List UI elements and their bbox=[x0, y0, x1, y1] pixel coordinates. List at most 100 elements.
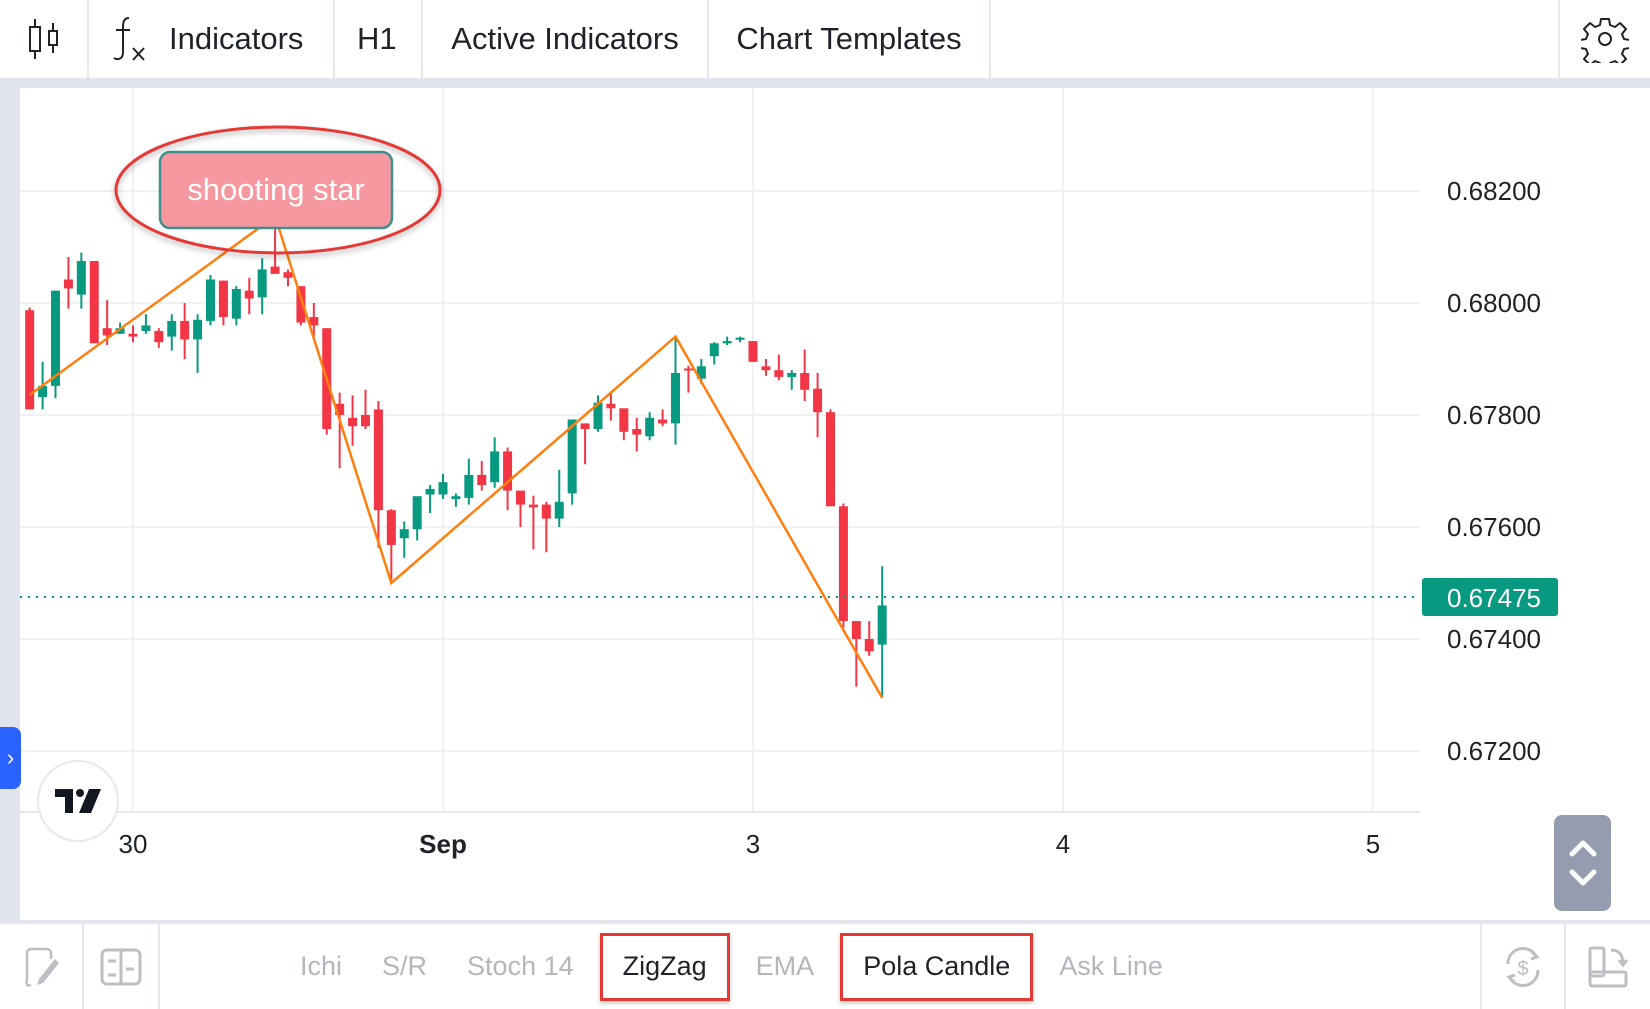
candle bbox=[838, 503, 848, 628]
candle-body bbox=[464, 474, 474, 498]
candle-body bbox=[645, 417, 655, 437]
tab-sr[interactable]: S/R bbox=[362, 933, 447, 1001]
candle-body bbox=[231, 289, 241, 319]
tradingview-logo[interactable] bbox=[37, 760, 119, 842]
candle-body bbox=[477, 474, 487, 485]
candle bbox=[76, 252, 86, 309]
indicators-button[interactable]: Indicators bbox=[89, 0, 335, 78]
active-indicators-button[interactable]: Active Indicators bbox=[423, 0, 709, 78]
currency-refresh-icon: $ bbox=[1506, 946, 1540, 987]
tab-pola-candle[interactable]: Pola Candle bbox=[840, 932, 1034, 1001]
chevron-up-icon bbox=[1569, 840, 1596, 857]
candle-body bbox=[257, 269, 267, 298]
side-panel-toggle[interactable]: › bbox=[0, 727, 21, 789]
candle bbox=[218, 280, 228, 326]
candle-body bbox=[141, 325, 151, 331]
candle-body bbox=[683, 368, 693, 371]
candlestick-icon bbox=[28, 19, 58, 59]
tab-stoch-label: Stoch 14 bbox=[467, 951, 574, 981]
candle-body bbox=[361, 415, 370, 427]
candle-body bbox=[270, 266, 280, 274]
candle bbox=[735, 336, 745, 343]
tab-ema-label: EMA bbox=[755, 951, 815, 981]
candle bbox=[464, 458, 474, 505]
bottom-toolbar: Ichi S/R Stoch 14 ZigZag EMA Pola Candle… bbox=[0, 922, 1650, 1009]
candle-body bbox=[877, 605, 887, 645]
candle-body bbox=[193, 319, 203, 340]
chart-area[interactable]: shooting star 0.68200 0.68000 0.67800 0.676… bbox=[20, 88, 1650, 920]
time-scale[interactable]: 30 Sep 3 4 5 bbox=[119, 829, 1381, 859]
candle bbox=[63, 257, 73, 309]
candle-body bbox=[864, 639, 874, 652]
tab-ask-line-label: Ask Line bbox=[1059, 951, 1163, 981]
candle-body bbox=[709, 343, 719, 357]
chart-templates-button[interactable]: Chart Templates bbox=[709, 0, 991, 78]
candle bbox=[516, 490, 525, 527]
price-tick-label: 0.68000 bbox=[1447, 288, 1541, 318]
price-scale[interactable]: 0.68200 0.68000 0.67800 0.67600 0.67400 0.672… bbox=[1447, 176, 1541, 766]
timeframe-button[interactable]: H1 bbox=[335, 0, 423, 78]
candle-body bbox=[787, 373, 797, 377]
candle bbox=[477, 460, 487, 491]
settings-button[interactable] bbox=[1560, 0, 1650, 78]
rotate-screen-button[interactable] bbox=[1566, 924, 1650, 1009]
candle-body bbox=[541, 504, 551, 519]
candle-body bbox=[89, 261, 99, 344]
gear-icon bbox=[1581, 18, 1629, 63]
candle-body bbox=[399, 529, 409, 539]
candle bbox=[154, 328, 164, 348]
candle bbox=[658, 409, 668, 427]
currency-button[interactable]: $ bbox=[1482, 924, 1566, 1009]
chart-type-button[interactable] bbox=[0, 0, 89, 78]
zigzag-indicator bbox=[28, 214, 884, 699]
candle bbox=[244, 277, 254, 315]
zigzag-line bbox=[28, 214, 884, 699]
time-tick-label: 3 bbox=[746, 829, 760, 859]
candle-body bbox=[528, 504, 538, 508]
drawing-tools-button[interactable] bbox=[0, 924, 84, 1009]
left-gutter bbox=[0, 88, 20, 920]
candle bbox=[89, 261, 99, 344]
candle-body bbox=[761, 366, 771, 371]
candle bbox=[774, 354, 784, 381]
candle-body bbox=[774, 370, 784, 377]
shooting-star-annotation[interactable]: shooting star bbox=[114, 125, 442, 255]
timeframe-label: H1 bbox=[357, 21, 397, 56]
candles bbox=[25, 216, 887, 698]
layout-button[interactable] bbox=[84, 924, 160, 1009]
candle bbox=[425, 485, 435, 513]
candle bbox=[283, 269, 293, 287]
candle-body bbox=[800, 373, 810, 390]
candle bbox=[683, 365, 693, 393]
candle-body bbox=[451, 496, 461, 499]
candle bbox=[671, 337, 680, 445]
candle bbox=[709, 342, 719, 365]
candle bbox=[826, 409, 835, 507]
time-tick-label: 4 bbox=[1056, 829, 1070, 859]
candle-body bbox=[244, 290, 254, 299]
candle-body bbox=[606, 403, 616, 409]
price-chart[interactable]: shooting star 0.68200 0.68000 0.67800 0.676… bbox=[20, 88, 1650, 920]
tab-ema[interactable]: EMA bbox=[736, 933, 835, 1001]
candle-body bbox=[218, 280, 228, 317]
candle-body bbox=[813, 388, 823, 413]
tab-ichi[interactable]: Ichi bbox=[280, 933, 362, 1001]
time-tick-label: 5 bbox=[1366, 829, 1380, 859]
tab-zigzag[interactable]: ZigZag bbox=[599, 932, 730, 1001]
candle-body bbox=[851, 621, 861, 639]
chevron-right-icon: › bbox=[6, 745, 15, 770]
function-fx-icon bbox=[113, 17, 145, 61]
candle-body bbox=[348, 417, 358, 427]
candle-body bbox=[167, 320, 177, 337]
candle bbox=[580, 423, 590, 465]
candle bbox=[373, 401, 383, 548]
tab-ask-line[interactable]: Ask Line bbox=[1039, 933, 1183, 1001]
price-tick-label: 0.67200 bbox=[1447, 736, 1541, 766]
candle bbox=[528, 495, 538, 550]
candle bbox=[813, 373, 823, 438]
top-toolbar: Indicators H1 Active Indicators Chart Te… bbox=[0, 0, 1650, 78]
candle-body bbox=[580, 423, 590, 429]
candle bbox=[748, 341, 758, 362]
tab-stoch-14[interactable]: Stoch 14 bbox=[447, 933, 594, 1001]
price-scale-auto-button[interactable] bbox=[1554, 815, 1611, 911]
